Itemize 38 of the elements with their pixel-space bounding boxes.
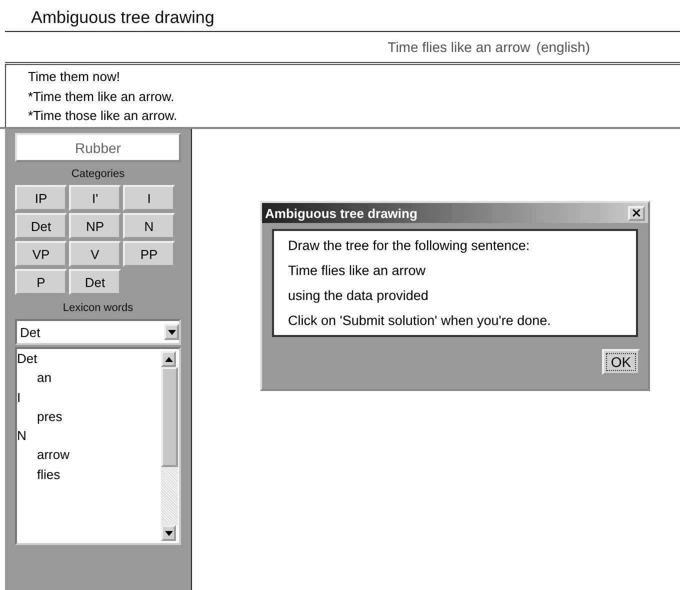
lexicon-label: Lexicon words: [62, 302, 134, 314]
category-button[interactable]: VP: [15, 241, 67, 267]
lexicon-category[interactable]: I: [17, 388, 161, 407]
message-text: Click on 'Submit solution' when you're done.: [288, 312, 552, 330]
close-button[interactable]: ×: [628, 206, 645, 220]
scroll-down-icon[interactable]: [161, 525, 176, 541]
rubber-button[interactable]: Rubber: [15, 133, 181, 162]
category-button[interactable]: PP: [123, 241, 175, 267]
lexicon-category[interactable]: N: [17, 426, 161, 446]
page-title: Ambiguous tree drawing: [30, 7, 216, 29]
category-button[interactable]: Det: [15, 213, 67, 239]
scrollbar[interactable]: [161, 349, 179, 543]
lexicon-word[interactable]: arrow: [17, 445, 161, 465]
categories-label: Categories: [70, 168, 126, 180]
lexicon-word[interactable]: flies: [17, 464, 161, 484]
language-text: (english): [536, 39, 590, 55]
sentence-item[interactable]: *Time those like an arrow.: [28, 106, 680, 126]
scroll-up-icon[interactable]: [161, 351, 176, 367]
category-button[interactable]: V: [69, 241, 121, 267]
message-text: Time flies like an arrow: [288, 262, 427, 280]
sentence-text: Time flies like an arrow: [388, 39, 530, 55]
dialog-title: Ambiguous tree drawing: [265, 206, 418, 220]
lexicon-category[interactable]: Det: [17, 349, 161, 368]
message-text: Draw the tree for the following sentence:: [288, 237, 531, 255]
category-button[interactable]: I': [69, 185, 121, 211]
category-button[interactable]: N: [123, 213, 175, 239]
sentence-item[interactable]: *Time them like an arrow.: [28, 86, 680, 106]
message-text: using the data provided: [288, 287, 430, 305]
category-button[interactable]: Det: [69, 269, 121, 295]
category-button[interactable]: NP: [69, 213, 121, 239]
lexicon-dropdown[interactable]: Det: [15, 319, 181, 345]
lexicon-word[interactable]: pres: [17, 406, 161, 426]
lexicon-word[interactable]: an: [17, 368, 161, 388]
ok-button[interactable]: OK: [602, 349, 640, 375]
category-button[interactable]: P: [15, 269, 67, 295]
category-button[interactable]: IP: [15, 185, 67, 211]
sentence-item[interactable]: Time them now!: [28, 67, 680, 86]
category-button[interactable]: I: [123, 185, 175, 211]
